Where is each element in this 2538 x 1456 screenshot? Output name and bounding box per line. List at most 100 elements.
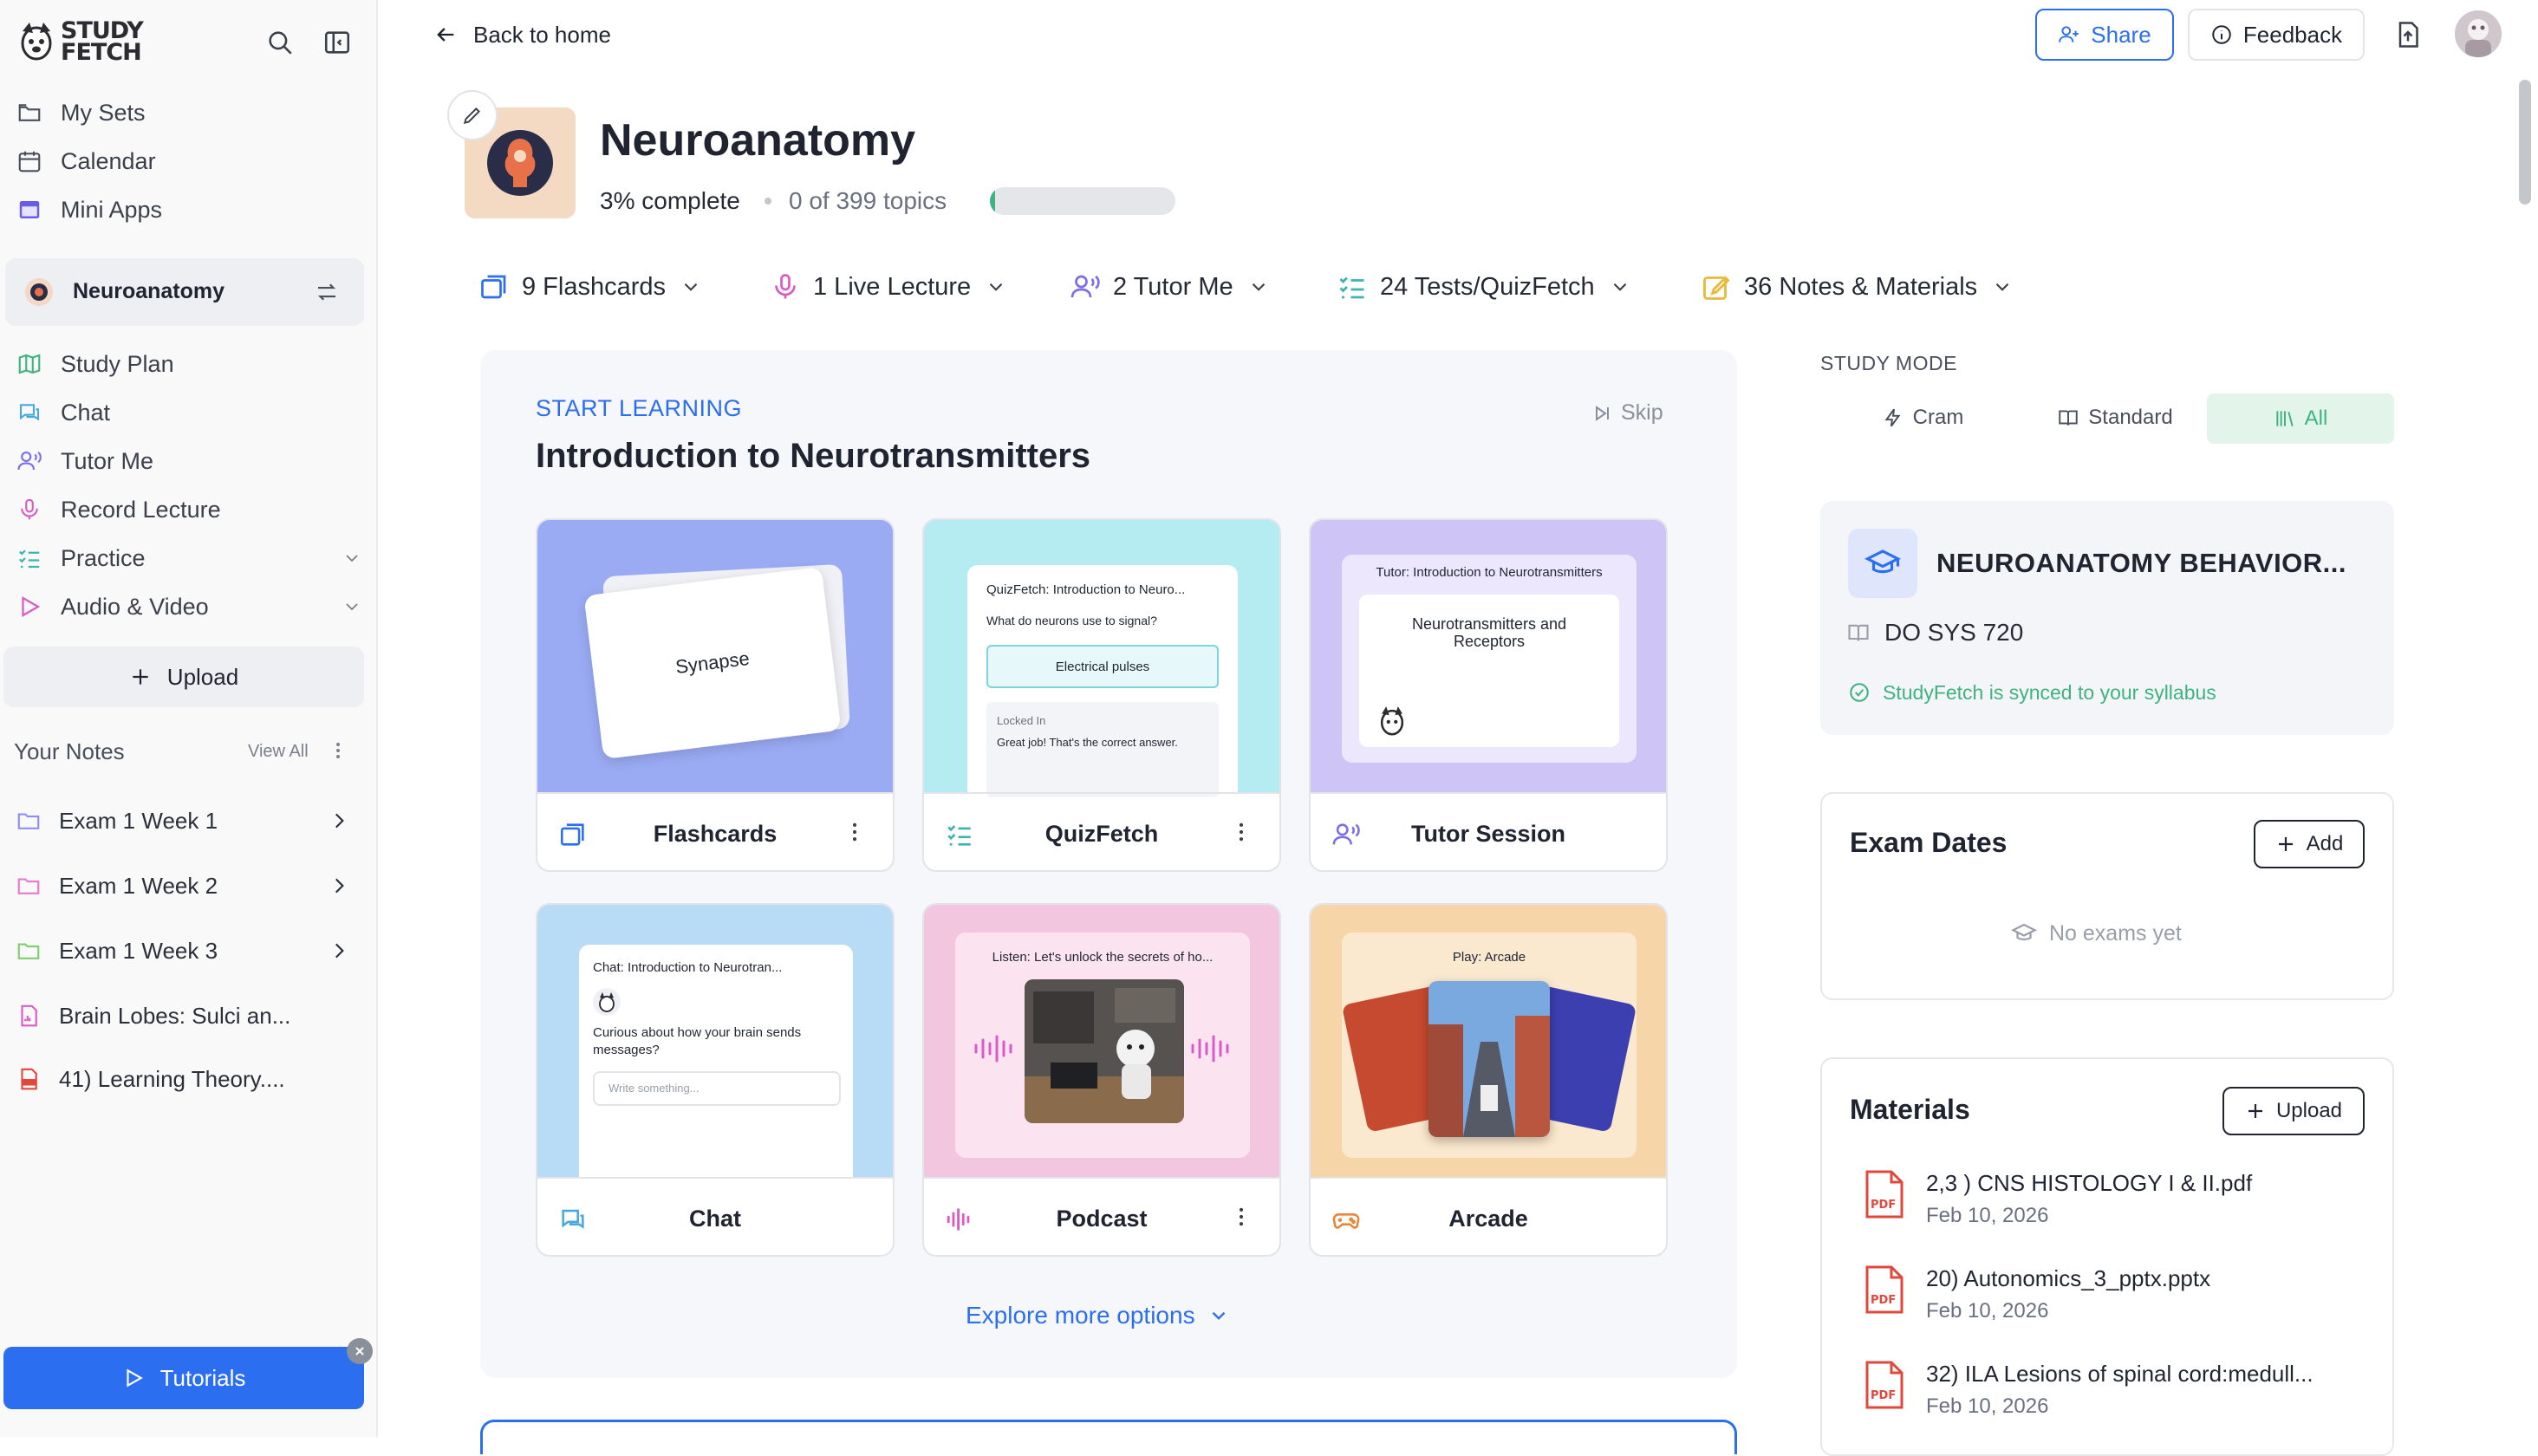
sidebar-item-audio-video[interactable]: Audio & Video	[16, 588, 362, 626]
tab-label: 9 Flashcards	[522, 272, 667, 301]
svg-text:PDF: PDF	[1871, 1199, 1896, 1212]
material-item[interactable]: PDF 2,3 ) CNS HISTOLOGY I & II.pdf Feb 10…	[1864, 1170, 2252, 1228]
note-brain-lobes[interactable]: Brain Lobes: Sulci an...	[16, 994, 290, 1037]
material-item[interactable]: PDF 32) ILA Lesions of spinal cord:medul…	[1864, 1361, 2313, 1419]
sidebar-item-my-sets[interactable]: My Sets	[16, 94, 146, 132]
note-label: Exam 1 Week 1	[59, 807, 218, 834]
card-footer: Flashcards	[537, 792, 893, 870]
material-date: Feb 10, 2026	[1926, 1204, 2049, 1227]
quiz-feedback-box: Locked In Great job! That's the correct …	[986, 702, 1219, 797]
upload-label: Upload	[2275, 1099, 2343, 1122]
flashcards-preview: Synapse	[537, 520, 893, 792]
play-icon	[16, 593, 43, 621]
add-label: Add	[2306, 832, 2344, 855]
page-title: Neuroanatomy	[600, 115, 916, 166]
book-icon	[1846, 621, 1871, 645]
view-all-link[interactable]: View All	[248, 742, 309, 762]
sidebar-item-label: Chat	[61, 399, 111, 426]
more-vertical-icon[interactable]	[843, 820, 867, 844]
folder-icon	[16, 938, 42, 964]
no-exams-message: No exams yet	[2011, 920, 2182, 946]
map-icon	[16, 350, 43, 378]
sidebar-item-practice[interactable]: Practice	[16, 539, 362, 577]
quiz-answer-option: Electrical pulses	[986, 645, 1219, 688]
sidebar-item-label: Study Plan	[61, 350, 174, 377]
quizfetch-card[interactable]: QuizFetch: Introduction to Neuro... What…	[922, 518, 1281, 872]
current-set-selector[interactable]: Neuroanatomy	[5, 258, 364, 326]
separator-dot	[765, 198, 771, 205]
graduation-cap-icon	[1848, 529, 1917, 598]
mode-label: Standard	[2088, 406, 2173, 429]
dog-mascot-icon	[1375, 702, 1409, 740]
pdf-file-icon: PDF	[1864, 1361, 1905, 1409]
scrollbar-thumb[interactable]	[2519, 80, 2531, 205]
topic-title: Introduction to Neurotransmitters	[536, 437, 1091, 475]
sidebar-item-chat[interactable]: Chat	[16, 393, 110, 432]
card-footer: QuizFetch	[924, 792, 1279, 870]
card-footer: Tutor Session	[1311, 792, 1666, 870]
upload-material-button[interactable]: Upload	[2222, 1087, 2365, 1135]
sidebar-item-study-plan[interactable]: Study Plan	[16, 345, 174, 383]
check-circle-icon	[1848, 681, 1871, 704]
tutor-preview: Tutor: Introduction to Neurotransmitters…	[1311, 520, 1666, 792]
study-mode-label: STUDY MODE	[1820, 352, 1957, 374]
tab-notes-materials[interactable]: 36 Notes & Materials	[1701, 265, 2014, 309]
explore-more-button[interactable]: Explore more options	[966, 1302, 1230, 1329]
current-set-name: Neuroanatomy	[73, 279, 225, 303]
course-code: DO SYS 720	[1884, 619, 2024, 646]
more-vertical-icon[interactable]	[1229, 820, 1253, 844]
tab-tests-quizfetch[interactable]: 24 Tests/QuizFetch	[1337, 265, 1631, 309]
tutor-session-card[interactable]: Tutor: Introduction to Neurotransmitters…	[1309, 518, 1668, 872]
sidebar-item-label: Record Lecture	[61, 496, 221, 523]
sidebar: STUDY FETCH My Sets Calendar Mini Apps Ne…	[0, 0, 378, 1437]
tutor-icon	[1331, 820, 1361, 849]
mode-option-standard[interactable]: Standard	[2020, 393, 2210, 442]
arcade-card[interactable]: Play: Arcade Arcade	[1309, 903, 1668, 1257]
sidebar-upload-button[interactable]: Upload	[3, 647, 364, 707]
sidebar-item-mini-apps[interactable]: Mini Apps	[16, 191, 162, 229]
flashcards-card[interactable]: Synapse Flashcards	[536, 518, 895, 872]
user-avatar[interactable]	[2455, 10, 2502, 57]
folder-icon	[16, 808, 42, 834]
folder-icon	[16, 99, 43, 127]
edit-cover-button[interactable]	[447, 90, 498, 140]
sidebar-item-calendar[interactable]: Calendar	[16, 142, 156, 180]
export-file-icon[interactable]	[2392, 19, 2424, 50]
sidebar-item-tutor-me[interactable]: Tutor Me	[16, 442, 153, 480]
microphone-icon	[770, 271, 801, 302]
tab-flashcards[interactable]: 9 Flashcards	[478, 265, 702, 309]
chevron-down-icon	[1991, 276, 2014, 298]
share-button[interactable]: Share	[2035, 9, 2174, 61]
studyfetch-logo[interactable]: STUDY FETCH	[17, 17, 144, 66]
collapse-sidebar-icon[interactable]	[322, 28, 352, 57]
sidebar-item-record-lecture[interactable]: Record Lecture	[16, 491, 221, 529]
add-exam-button[interactable]: Add	[2254, 820, 2365, 868]
tutorials-button[interactable]: Tutorials	[3, 1347, 364, 1409]
sound-wave-icon	[973, 1031, 1016, 1066]
feedback-button[interactable]: Feedback	[2188, 9, 2365, 61]
close-tutorials-icon[interactable]	[347, 1338, 373, 1364]
tab-live-lecture[interactable]: 1 Live Lecture	[770, 265, 1007, 309]
more-vertical-icon[interactable]	[328, 740, 348, 761]
search-icon[interactable]	[265, 28, 295, 57]
tutor-topic: Neurotransmitters and Receptors	[1411, 615, 1567, 650]
note-folder-exam1-week2[interactable]: Exam 1 Week 2	[16, 864, 350, 907]
note-folder-exam1-week1[interactable]: Exam 1 Week 1	[16, 799, 350, 842]
plus-icon	[2275, 834, 2296, 855]
tab-tutor-me[interactable]: 2 Tutor Me	[1070, 265, 1270, 309]
podcast-card[interactable]: Listen: Let's unlock the secrets of ho..…	[922, 903, 1281, 1257]
skip-button[interactable]: Skip	[1591, 400, 1663, 426]
note-folder-exam1-week3[interactable]: Exam 1 Week 3	[16, 929, 350, 972]
switch-set-icon[interactable]	[314, 279, 340, 305]
mode-option-all[interactable]: All	[2207, 393, 2394, 444]
arrow-left-icon	[433, 23, 458, 47]
sidebar-item-label: Calendar	[61, 147, 156, 174]
no-exams-text: No exams yet	[2049, 920, 2182, 946]
material-item[interactable]: PDF 20) Autonomics_3_pptx.pptx Feb 10, 20…	[1864, 1265, 2210, 1323]
mode-option-cram[interactable]: Cram	[1836, 393, 2009, 442]
note-learning-theory[interactable]: 41) Learning Theory....	[16, 1057, 285, 1101]
chat-card[interactable]: Chat: Introduction to Neurotran... Curio…	[536, 903, 895, 1257]
more-vertical-icon[interactable]	[1229, 1205, 1253, 1229]
back-to-home-link[interactable]: Back to home	[433, 17, 611, 52]
logo-text: STUDY FETCH	[61, 17, 144, 66]
